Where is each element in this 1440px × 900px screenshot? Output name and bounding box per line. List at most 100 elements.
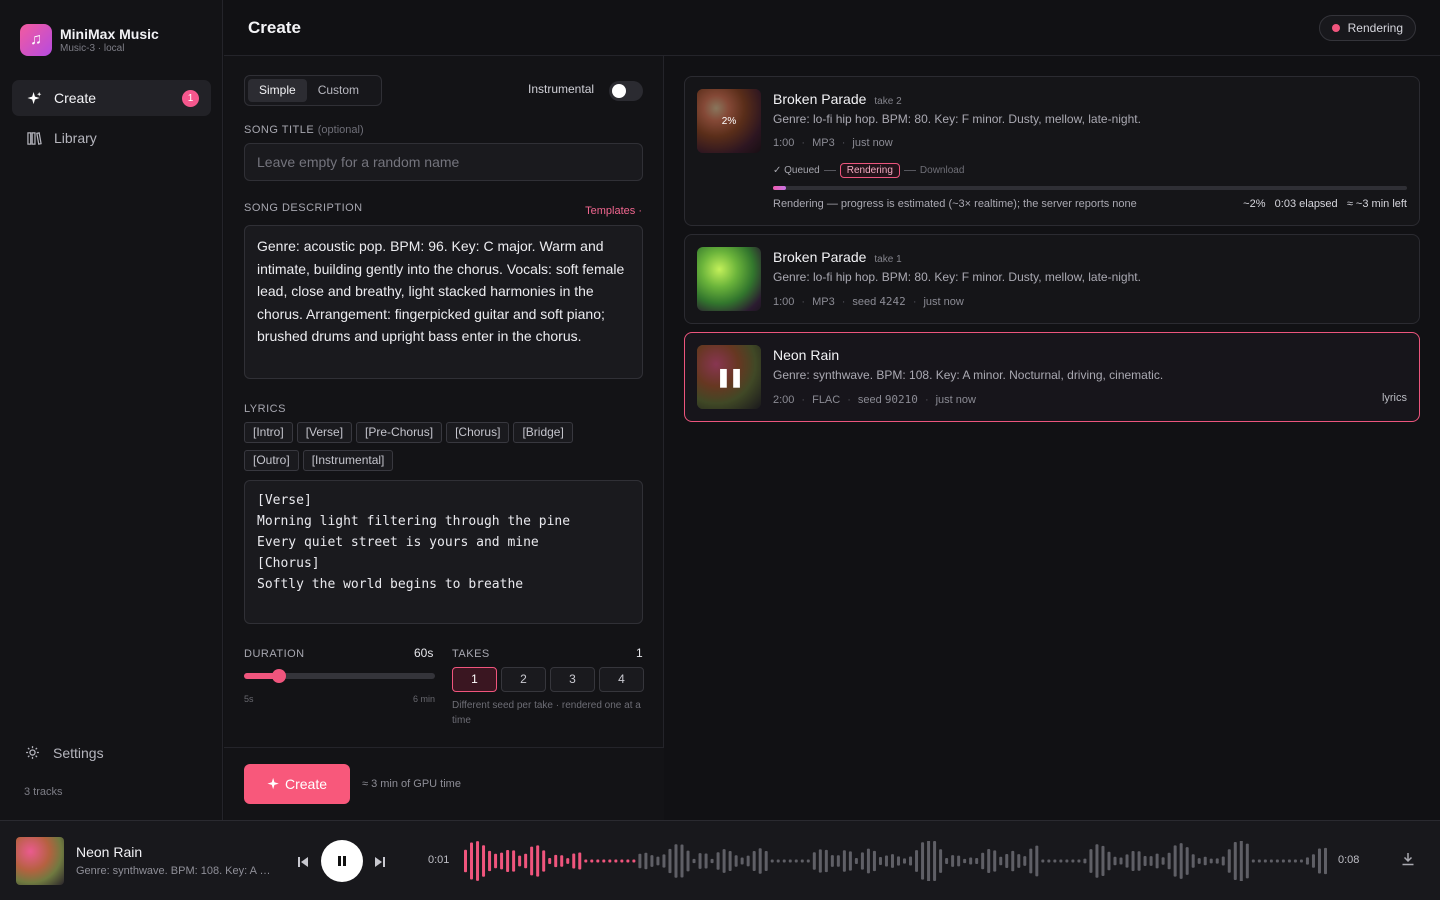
track-time: just now: [935, 394, 976, 406]
next-track-icon[interactable]: [371, 853, 389, 871]
instrumental-label: Instrumental: [528, 82, 595, 96]
take-option-2[interactable]: 2: [501, 667, 546, 692]
optional-hint: (optional): [317, 124, 364, 136]
render-percent: ~2%: [1243, 198, 1266, 210]
waveform-bar: [818, 849, 822, 873]
settings-label: Settings: [53, 744, 104, 761]
waveform-bar: [963, 858, 967, 864]
waveform-bar: [1149, 856, 1153, 866]
sidebar: ♫ MiniMax Music Music-3 · local Create 1…: [0, 0, 223, 820]
waveform-bar: [788, 859, 792, 863]
waveform-bar: [1095, 844, 1099, 878]
waveform-bar: [1305, 857, 1309, 865]
song-title-input[interactable]: Leave empty for a random name: [244, 143, 643, 181]
track-duration: 2:00: [773, 394, 795, 406]
waveform-bar: [602, 859, 606, 863]
waveform-bar: [1311, 854, 1315, 868]
page-title: Create: [248, 18, 301, 37]
main-navigation: Create 1 Library: [12, 80, 211, 160]
track-description: Genre: synthwave. BPM: 108. Key: A minor…: [773, 368, 1164, 382]
waveform-bar: [1191, 854, 1195, 868]
waveform-bar: [518, 855, 522, 867]
waveform-bar: [800, 859, 804, 863]
create-button-label: Create: [284, 776, 328, 792]
lyric-tag-verse[interactable]: [Verse]: [296, 422, 353, 443]
track-meta: 1:00 · MP3 · seed 4242 · just now: [773, 295, 964, 308]
lyrics-line: Morning light filtering through the pine: [257, 514, 571, 529]
waveform-bar: [494, 853, 498, 869]
track-description: Genre: lo-fi hip hop. BPM: 80. Key: F mi…: [773, 270, 1141, 284]
lyric-tag-instrumental[interactable]: [Instrumental]: [302, 450, 394, 471]
waveform-bar: [1101, 845, 1105, 877]
app-window: ♫ MiniMax Music Music-3 · local Create 1…: [0, 0, 1440, 900]
mode-custom-button[interactable]: Custom: [307, 79, 370, 102]
waveform-bar: [758, 848, 762, 874]
track-meta: 2:00 · FLAC · seed 90210 · just now: [773, 393, 976, 406]
waveform-bar: [560, 855, 564, 867]
instrumental-toggle[interactable]: [609, 81, 643, 101]
app-name: MiniMax Music: [60, 25, 159, 42]
gear-icon: [24, 744, 41, 761]
lyric-tag-bridge[interactable]: [Bridge]: [513, 422, 573, 443]
render-note: Rendering — progress is estimated (~3× r…: [773, 198, 1137, 210]
lyric-tag-pre-chorus[interactable]: [Pre-Chorus]: [356, 422, 443, 443]
waveform-bar: [476, 841, 480, 881]
waveform-bar: [884, 855, 888, 867]
pause-button[interactable]: [321, 840, 363, 882]
waveform-bar: [548, 858, 552, 864]
lyric-tag-intro[interactable]: [Intro]: [244, 422, 293, 443]
track-format: MP3: [812, 296, 835, 308]
create-button[interactable]: Create: [244, 764, 350, 804]
take-option-4[interactable]: 4: [599, 667, 644, 692]
templates-link[interactable]: Templates ·: [585, 205, 642, 217]
mode-simple-button[interactable]: Simple: [248, 79, 307, 102]
waveform-bar: [1083, 858, 1087, 864]
waveform-bar: [1167, 852, 1171, 870]
track-title: Neon Rain: [773, 347, 840, 363]
results-panel: 2% Broken Parade take 2 Genre: lo-fi hip …: [664, 56, 1440, 820]
lyric-tag-chorus[interactable]: [Chorus]: [446, 422, 510, 443]
song-description-textarea[interactable]: Genre: acoustic pop. BPM: 96. Key: C maj…: [244, 225, 643, 379]
duration-slider-handle[interactable]: [272, 669, 286, 683]
nav-library[interactable]: Library: [12, 120, 211, 156]
track-card-rendering[interactable]: 2% Broken Parade take 2 Genre: lo-fi hip …: [684, 76, 1420, 226]
lyric-tag-outro[interactable]: [Outro]: [244, 450, 299, 471]
track-time: just now: [923, 296, 964, 308]
waveform-bar: [650, 855, 654, 867]
waveform-bar: [1047, 859, 1051, 863]
duration-slider[interactable]: [244, 669, 435, 683]
duration-range: 5s 6 min: [244, 694, 435, 704]
track-card-playing[interactable]: ❚❚ Neon Rain Genre: synthwave. BPM: 108.…: [684, 332, 1420, 422]
create-count-badge: 1: [182, 90, 199, 107]
waveform-bar: [632, 859, 636, 863]
lyrics-textarea[interactable]: [Verse] Morning light filtering through …: [244, 480, 643, 624]
waveform-bar: [842, 850, 846, 872]
waveform-bar: [915, 850, 919, 872]
pause-icon[interactable]: ❚❚: [697, 345, 761, 409]
take-option-1[interactable]: 1: [452, 667, 497, 692]
track-format: MP3: [812, 137, 835, 149]
waveform-bar: [1071, 859, 1075, 863]
lyrics-link[interactable]: lyrics: [1382, 392, 1407, 404]
waveform-bar: [782, 859, 786, 863]
app-subtitle: Music-3 · local: [60, 42, 125, 54]
waveform-bar: [812, 852, 816, 870]
waveform-bar: [1215, 858, 1219, 864]
waveform-bar: [1041, 859, 1045, 863]
duration-max: 6 min: [412, 694, 435, 704]
download-icon[interactable]: [1400, 851, 1418, 869]
waveform-bar: [1107, 851, 1111, 871]
track-card-take-1[interactable]: Broken Parade take 1 Genre: lo-fi hip hop…: [684, 234, 1420, 324]
waveform-bar: [1221, 856, 1225, 866]
nav-create-label: Create: [54, 90, 97, 106]
settings-link[interactable]: Settings: [24, 744, 104, 761]
waveform-bar: [921, 842, 925, 880]
duration-min: 5s: [244, 694, 254, 704]
nav-create[interactable]: Create 1: [12, 80, 211, 116]
previous-track-icon[interactable]: [294, 853, 312, 871]
waveform-bar: [1317, 848, 1321, 874]
waveform-bar: [512, 850, 516, 872]
waveform-bar: [488, 850, 492, 872]
waveform-scrubber[interactable]: [464, 841, 1330, 881]
take-option-3[interactable]: 3: [550, 667, 595, 692]
